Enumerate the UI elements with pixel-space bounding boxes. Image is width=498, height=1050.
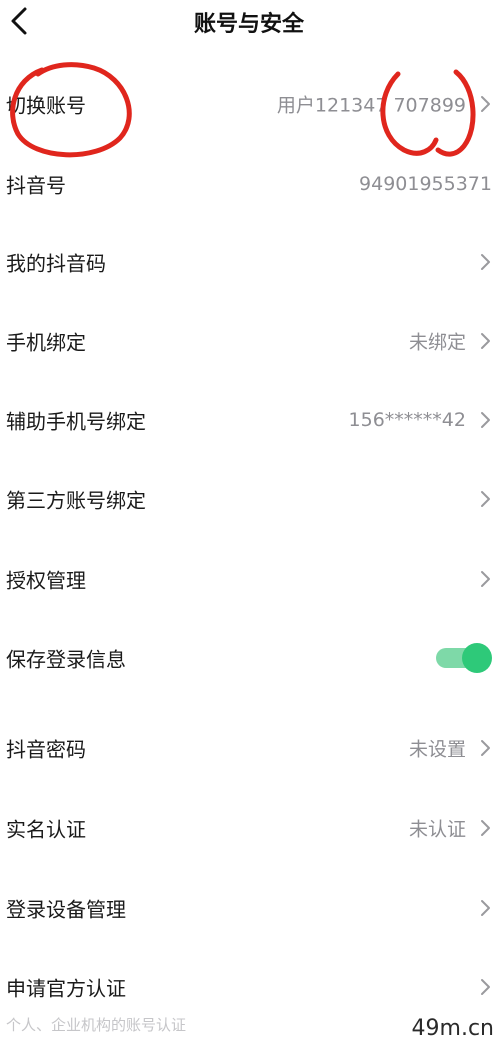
douyin-password-row[interactable]: 抖音密码 未设置	[0, 726, 498, 770]
phone-binding-row[interactable]: 手机绑定 未绑定	[0, 319, 498, 363]
third-party-binding-label: 第三方账号绑定	[6, 488, 146, 513]
real-name-auth-label: 实名认证	[6, 817, 86, 842]
douyin-password-label: 抖音密码	[6, 737, 86, 762]
chevron-right-icon	[481, 820, 490, 836]
real-name-auth-value: 未认证	[408, 818, 466, 841]
douyin-id-label: 抖音号	[6, 173, 66, 198]
my-douyin-code-row[interactable]: 我的抖音码	[0, 240, 498, 284]
save-login-info-label: 保存登录信息	[6, 647, 126, 672]
chevron-right-icon	[481, 96, 490, 112]
phone-binding-label: 手机绑定	[6, 330, 86, 355]
chevron-right-icon	[481, 900, 490, 916]
watermark: 49m.cn	[411, 1016, 494, 1041]
douyin-password-value: 未设置	[408, 738, 466, 761]
header-bar: 账号与安全	[0, 0, 498, 44]
chevron-right-icon	[481, 979, 490, 995]
page-title: 账号与安全	[193, 12, 304, 37]
authorization-mgmt-label: 授权管理	[6, 568, 86, 593]
chevron-right-icon	[481, 254, 490, 270]
toggle-knob	[462, 643, 492, 673]
official-cert-row[interactable]: 申请官方认证	[0, 965, 498, 1009]
douyin-id-value: 94901955371	[359, 173, 492, 195]
current-account-value: 用户121347 707899	[276, 94, 466, 117]
save-login-toggle[interactable]	[436, 643, 492, 673]
login-device-mgmt-label: 登录设备管理	[6, 897, 126, 922]
switch-account-label: 切换账号	[6, 93, 86, 118]
my-douyin-code-label: 我的抖音码	[6, 251, 106, 276]
save-login-info-row: 保存登录信息	[0, 636, 498, 680]
phone-binding-value: 未绑定	[408, 331, 466, 354]
login-device-mgmt-row[interactable]: 登录设备管理	[0, 886, 498, 930]
chevron-right-icon	[481, 333, 490, 349]
backup-phone-row[interactable]: 辅助手机号绑定 156******42	[0, 398, 498, 442]
chevron-right-icon	[481, 571, 490, 587]
backup-phone-value: 156******42	[348, 409, 466, 431]
authorization-mgmt-row[interactable]: 授权管理	[0, 557, 498, 601]
chevron-right-icon	[481, 412, 490, 428]
chevron-right-icon	[481, 491, 490, 507]
chevron-right-icon	[481, 740, 490, 756]
switch-account-row[interactable]: 切换账号 用户121347 707899	[0, 82, 498, 126]
official-cert-label: 申请官方认证	[6, 976, 126, 1001]
third-party-binding-row[interactable]: 第三方账号绑定	[0, 477, 498, 521]
real-name-auth-row[interactable]: 实名认证 未认证	[0, 806, 498, 850]
backup-phone-label: 辅助手机号绑定	[6, 409, 146, 434]
official-cert-subtitle: 个人、企业机构的账号认证	[6, 1016, 187, 1034]
douyin-id-row: 抖音号 94901955371	[0, 162, 498, 206]
